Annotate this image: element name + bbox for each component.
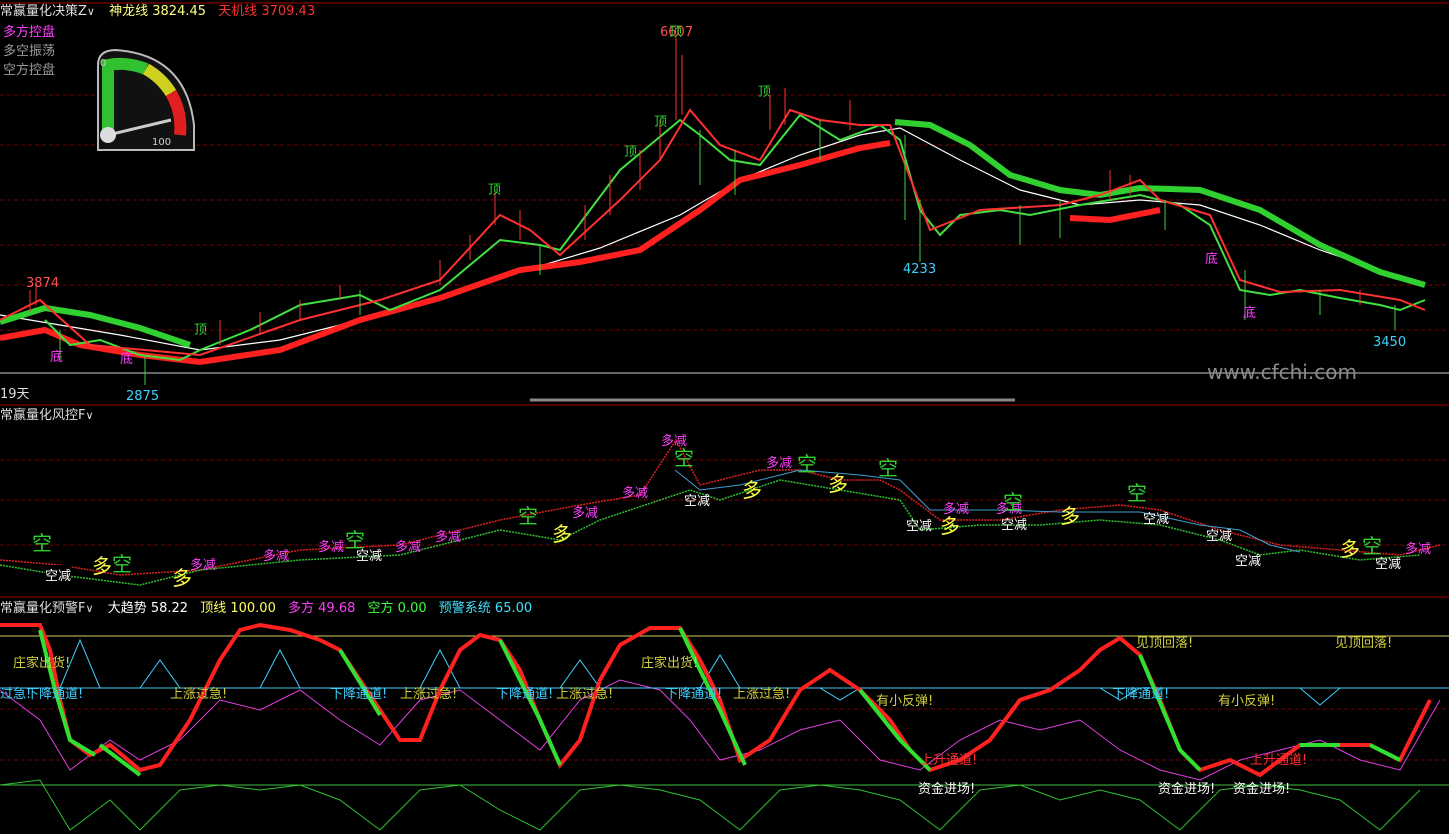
shenlong-label: 神龙线 — [109, 4, 149, 19]
signal-long: 多 — [1340, 537, 1360, 561]
signal-long-reduce: 多减 — [190, 558, 217, 573]
top-marker: 顶 — [624, 145, 638, 160]
signal-short: 空 — [878, 456, 898, 480]
topline-value: 100.00 — [230, 601, 276, 616]
signal-short-reduce: 空减 — [45, 565, 72, 584]
price-low-label-2875: 2875 — [126, 389, 160, 404]
price-low-label-3450: 3450 — [1373, 335, 1407, 350]
top-panel-title[interactable]: 常赢量化决策Z — [0, 4, 87, 19]
signal-short: 空 — [518, 504, 538, 528]
bottom-marker: 底 — [50, 350, 64, 365]
bear-label: 空方 — [367, 601, 394, 616]
signal-short: 空 — [797, 452, 817, 476]
signal-long: 多 — [828, 472, 848, 496]
mid-panel-title[interactable]: 常赢量化风控F — [0, 408, 85, 423]
watermark: www.cfchi.com — [1207, 360, 1357, 384]
signal-short-reduce: 空减 — [906, 519, 933, 534]
warning-label: 预警系统 — [438, 601, 491, 616]
shenlong-value: 3824.45 — [152, 4, 207, 19]
period-label: 19天 — [0, 387, 30, 402]
annotation-channel-down: 下降通道! — [330, 687, 388, 702]
annotation-channel-down: 下降通道! — [1112, 687, 1170, 702]
legend-oscillation: 多空振荡 — [3, 44, 56, 59]
signal-long: 多 — [742, 478, 762, 502]
signal-long-reduce: 多减 — [263, 549, 290, 564]
bottom-panel-title[interactable]: 常赢量化预警F — [0, 601, 85, 616]
annotation-capital-in: 资金进场! — [918, 782, 976, 797]
signal-long: 多 — [92, 554, 112, 578]
signal-short-reduce: 空减 — [684, 494, 711, 509]
chevron-down-icon[interactable]: ∨ — [85, 602, 93, 615]
annotation-small-rebound: 有小反弹! — [1218, 694, 1276, 709]
legend-bear-control: 空方控盘 — [3, 63, 56, 78]
signal-long-reduce: 多减 — [318, 540, 345, 555]
tianji-value: 3709.43 — [261, 4, 316, 19]
signal-long-reduce: 多减 — [435, 530, 462, 545]
signal-short-reduce: 空减 — [1206, 529, 1233, 544]
signal-short-reduce: 空减 — [1235, 554, 1262, 569]
bottom-panel-header: 常赢量化预警F∨ 大趋势 58.22 顶线 100.00 多方 49.68 空方… — [0, 601, 532, 617]
bottom-marker: 底 — [1243, 306, 1257, 321]
signal-long-reduce: 多减 — [1405, 542, 1432, 557]
trend-value: 58.22 — [150, 601, 189, 616]
signal-short-reduce: 空减 — [356, 549, 383, 564]
price-low-label-4233: 4233 — [903, 262, 937, 277]
signal-long-reduce: 多减 — [395, 540, 422, 555]
signal-short: 空 — [1127, 481, 1147, 505]
top-marker: 顶 — [654, 115, 668, 130]
signal-long-reduce: 多减 — [943, 502, 970, 517]
bull-label: 多方 — [288, 601, 315, 616]
topline-label: 顶线 — [200, 601, 227, 616]
annotation-capital-in: 资金进场! — [1233, 782, 1291, 797]
signal-short-reduce: 空减 — [1143, 512, 1170, 527]
annotation-rise-fast: 上涨过急! — [400, 687, 458, 702]
signal-short: 空 — [674, 446, 694, 470]
bottom-marker: 底 — [120, 352, 134, 367]
trend-label: 大趋势 — [107, 601, 147, 616]
warning-value: 65.00 — [494, 601, 533, 616]
signal-long: 多 — [552, 522, 572, 546]
bull-value: 49.68 — [318, 601, 356, 616]
signal-short: 空 — [1003, 490, 1023, 514]
annotation-distribute: 庄家出货! — [13, 656, 71, 671]
annotation-channel-up: 上升通道! — [1250, 753, 1308, 768]
signal-short-reduce: 空减 — [1375, 557, 1402, 572]
top-marker: 顶 — [194, 323, 208, 338]
signal-long: 多 — [172, 566, 192, 590]
annotation-channel-down: 下降通道! — [496, 687, 554, 702]
gauge-max-label: 100 — [152, 137, 172, 148]
annotation-top-fall: 见顶回落! — [1335, 636, 1393, 651]
mid-panel-header: 常赢量化风控F∨ — [0, 408, 94, 424]
chevron-down-icon[interactable]: ∨ — [85, 409, 93, 422]
gauge-min-label: 0 — [100, 58, 107, 69]
legend-bull-control: 多方控盘 — [3, 25, 56, 40]
top-panel-header: 常赢量化决策Z∨ 神龙线 3824.45 天机线 3709.43 — [0, 4, 315, 20]
sentiment-gauge: 0 100 — [86, 45, 198, 153]
signal-long: 多 — [1060, 504, 1080, 528]
annotation-channel-down: 下降通道! — [26, 687, 84, 702]
annotation-rise-fast: 上涨过急! — [733, 687, 791, 702]
annotation-channel-down: 下降通道! — [665, 687, 723, 702]
bear-value: 0.00 — [397, 601, 427, 616]
annotation-small-rebound: 有小反弹! — [876, 694, 934, 709]
signal-short: 空 — [112, 552, 132, 576]
tianji-label: 天机线 — [218, 4, 258, 19]
bottom-marker: 底 — [1205, 252, 1219, 267]
signal-short: 空 — [32, 531, 52, 555]
top-marker: 顶 — [758, 85, 772, 100]
annotation-channel-up: 上升通道! — [920, 753, 978, 768]
top-marker: 顶 — [669, 25, 683, 40]
top-marker: 顶 — [488, 183, 502, 198]
price-label-3874: 3874 — [26, 276, 60, 291]
annotation-rise-fast: 上涨过急! — [170, 687, 228, 702]
signal-long-reduce: 多减 — [622, 486, 649, 501]
annotation-capital-in: 资金进场! — [1158, 782, 1216, 797]
annotation-top-fall: 见顶回落! — [1136, 636, 1194, 651]
chevron-down-icon[interactable]: ∨ — [87, 5, 95, 18]
signal-long-reduce: 多减 — [766, 456, 793, 471]
signal-long-reduce: 多减 — [572, 506, 599, 521]
annotation-distribute: 庄家出货! — [641, 656, 699, 671]
signal-short-reduce: 空减 — [1001, 518, 1028, 533]
annotation-rise-fast: 上涨过急! — [556, 687, 614, 702]
